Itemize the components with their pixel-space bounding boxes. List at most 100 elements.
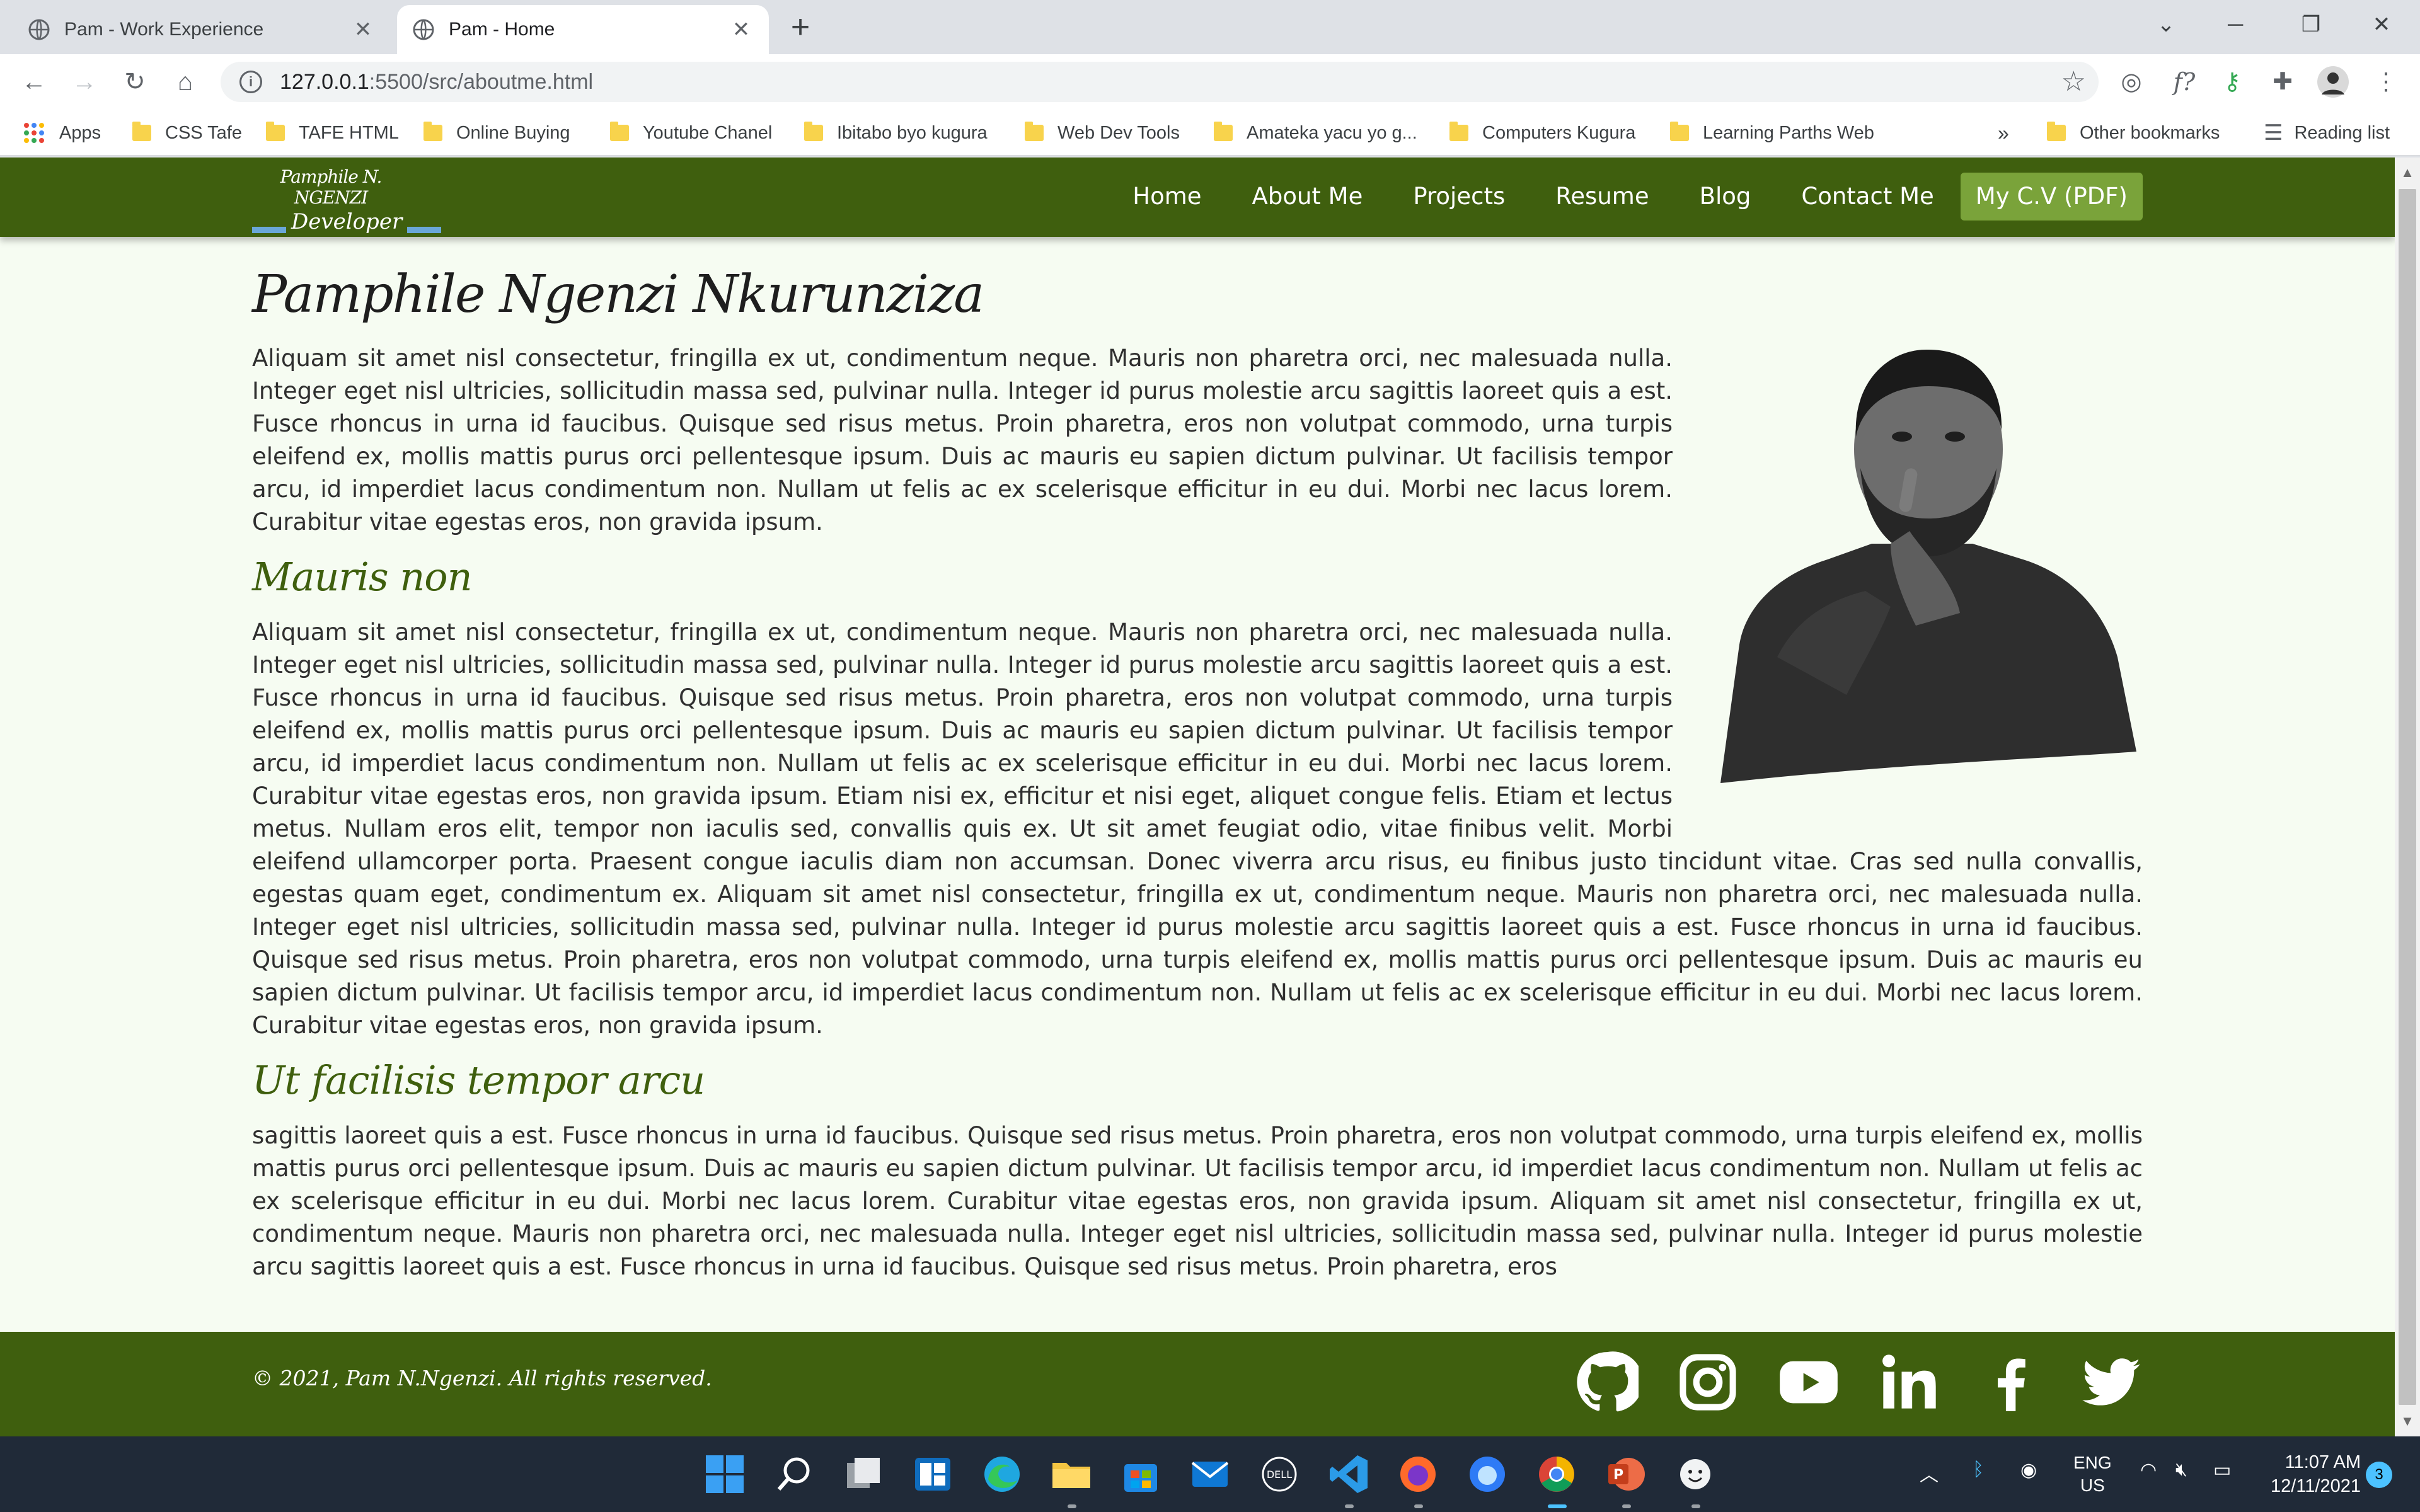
search-icon[interactable] bbox=[770, 1450, 818, 1498]
facebook-icon[interactable] bbox=[1979, 1351, 2042, 1414]
bookmark-folder[interactable]: Amateka yacu yo g... bbox=[1214, 118, 1417, 147]
folder-icon bbox=[424, 122, 442, 141]
notification-badge[interactable]: 3 bbox=[2366, 1462, 2392, 1488]
reading-list[interactable]: ☰ Reading list bbox=[2264, 118, 2390, 147]
address-bar[interactable]: i 127.0.0.1:5500/src/aboutme.html ☆ bbox=[221, 62, 2099, 102]
edge-icon[interactable] bbox=[978, 1450, 1026, 1498]
scrollbar-thumb[interactable] bbox=[2399, 189, 2416, 1405]
svg-text:P: P bbox=[1613, 1467, 1623, 1483]
nav-about-me[interactable]: About Me bbox=[1252, 173, 1363, 220]
site-info-icon[interactable]: i bbox=[239, 71, 262, 93]
address-url: 127.0.0.1:5500/src/aboutme.html bbox=[280, 69, 594, 94]
close-icon[interactable]: ✕ bbox=[350, 17, 376, 42]
firefox-dev-icon[interactable] bbox=[1394, 1450, 1442, 1498]
bookmark-folder[interactable]: Computers Kugura bbox=[1449, 118, 1635, 147]
restore-icon[interactable]: ❐ bbox=[2276, 0, 2346, 50]
tab-home[interactable]: Pam - Home ✕ bbox=[397, 5, 769, 54]
nav-home[interactable]: Home bbox=[1132, 173, 1201, 220]
forward-icon[interactable]: → bbox=[66, 63, 103, 101]
bookmark-folder[interactable]: Ibitabo byo kugura bbox=[804, 118, 988, 147]
nav-resume[interactable]: Resume bbox=[1555, 173, 1649, 220]
minimize-icon[interactable]: ─ bbox=[2201, 0, 2270, 50]
nav-contact-me[interactable]: Contact Me bbox=[1801, 173, 1933, 220]
folder-icon bbox=[1214, 122, 1233, 141]
tab-work-experience[interactable]: Pam - Work Experience ✕ bbox=[13, 5, 391, 54]
extensions-puzzle-icon[interactable]: ✚ bbox=[2264, 64, 2302, 100]
browser-toolbar: ← → ↻ ⌂ i 127.0.0.1:5500/src/aboutme.htm… bbox=[0, 54, 2420, 110]
back-icon[interactable]: ← bbox=[15, 63, 53, 101]
cv-pdf-button[interactable]: My C.V (PDF) bbox=[1960, 173, 2143, 220]
file-explorer-icon[interactable] bbox=[1047, 1450, 1095, 1498]
widgets-icon[interactable] bbox=[909, 1450, 957, 1498]
running-indicator bbox=[1622, 1504, 1631, 1508]
taskbar-clock[interactable]: 11:07 AM 12/11/2021 bbox=[2241, 1450, 2361, 1498]
bookmark-folder[interactable]: Online Buying bbox=[424, 118, 570, 147]
clock-time: 11:07 AM bbox=[2285, 1452, 2361, 1472]
home-icon[interactable]: ⌂ bbox=[166, 63, 204, 101]
microsoft-store-icon[interactable] bbox=[1117, 1450, 1165, 1498]
bookmark-folder[interactable]: TAFE HTML bbox=[266, 118, 399, 147]
site-footer: © 2021, Pam N.Ngenzi. All rights reserve… bbox=[0, 1332, 2395, 1436]
font-finder-icon[interactable]: f? bbox=[2165, 64, 2203, 100]
bookmark-folder[interactable]: CSS Tafe bbox=[132, 118, 242, 147]
scroll-down-icon[interactable]: ▼ bbox=[2395, 1409, 2420, 1434]
bookmark-folder[interactable]: Youtube Chanel bbox=[610, 118, 772, 147]
logo-name: Pamphile N. NGENZI bbox=[280, 166, 383, 208]
mail-icon[interactable] bbox=[1186, 1450, 1234, 1498]
close-icon[interactable]: ✕ bbox=[729, 17, 754, 42]
bookmark-apps[interactable]: Apps bbox=[24, 118, 101, 147]
instagram-icon[interactable] bbox=[1676, 1351, 1739, 1414]
folder-icon bbox=[266, 122, 285, 141]
section-heading: Ut facilisis tempor arcu bbox=[252, 1057, 705, 1103]
bluetooth-icon[interactable]: ᛒ bbox=[1973, 1459, 1984, 1480]
tab-search-icon[interactable]: ⌄ bbox=[2131, 0, 2201, 50]
windows-taskbar: DELL P ︿ ᛒ ◉ ENG US ◠ 🔇︎ ▭ 11:07 AM 12/1… bbox=[0, 1436, 2420, 1512]
key-icon[interactable]: ⚷ bbox=[2213, 64, 2251, 100]
windows-start-icon[interactable] bbox=[701, 1450, 749, 1498]
linkedin-icon[interactable] bbox=[1878, 1351, 1941, 1414]
twitter-icon[interactable] bbox=[2080, 1351, 2143, 1414]
portrait-photo bbox=[1720, 349, 2136, 783]
youtube-icon[interactable] bbox=[1777, 1351, 1840, 1414]
footer-copyright: © 2021, Pam N.Ngenzi. All rights reserve… bbox=[252, 1366, 712, 1390]
page-scrollbar[interactable]: ▲ ▼ bbox=[2395, 158, 2420, 1436]
reload-icon[interactable]: ↻ bbox=[116, 63, 154, 101]
close-window-icon[interactable]: ✕ bbox=[2347, 0, 2416, 50]
logo-role: Developer bbox=[252, 209, 442, 234]
wifi-icon[interactable]: ◠ bbox=[2140, 1459, 2157, 1481]
bookmark-folder[interactable]: Learning Parths Web bbox=[1670, 118, 1874, 147]
chrome-icon[interactable] bbox=[1533, 1450, 1581, 1498]
other-bookmarks[interactable]: Other bookmarks bbox=[2047, 118, 2220, 147]
bookmarks-overflow-button[interactable]: » bbox=[1998, 118, 2009, 147]
smiley-app-icon[interactable] bbox=[1671, 1450, 1719, 1498]
dell-icon[interactable]: DELL bbox=[1255, 1450, 1303, 1498]
task-view-icon[interactable] bbox=[839, 1450, 887, 1498]
vscode-icon[interactable] bbox=[1325, 1450, 1373, 1498]
running-indicator bbox=[1414, 1504, 1423, 1508]
volume-muted-icon[interactable]: 🔇︎ bbox=[2175, 1459, 2187, 1480]
profile-avatar[interactable] bbox=[2314, 64, 2352, 100]
globe-icon bbox=[413, 19, 434, 40]
battery-icon[interactable]: ▭ bbox=[2213, 1459, 2231, 1481]
tab-title: Pam - Work Experience bbox=[64, 19, 264, 40]
new-tab-button[interactable]: + bbox=[781, 9, 819, 47]
language-indicator[interactable]: ENG US bbox=[2073, 1452, 2112, 1497]
nav-projects[interactable]: Projects bbox=[1413, 173, 1505, 220]
scroll-up-icon[interactable]: ▲ bbox=[2395, 160, 2420, 185]
bookmark-folder[interactable]: Web Dev Tools bbox=[1025, 118, 1180, 147]
running-indicator bbox=[1691, 1504, 1700, 1508]
extension-circle-icon[interactable]: ◎ bbox=[2112, 64, 2150, 100]
site-logo[interactable]: Pamphile N. NGENZI Developer bbox=[252, 166, 442, 234]
folder-icon bbox=[610, 122, 629, 141]
folder-icon bbox=[2047, 122, 2066, 141]
social-links bbox=[1538, 1351, 2143, 1414]
active-indicator bbox=[1548, 1504, 1567, 1508]
browser-menu-icon[interactable]: ⋮ bbox=[2367, 64, 2405, 100]
github-icon[interactable] bbox=[1576, 1351, 1639, 1414]
powerpoint-icon[interactable]: P bbox=[1602, 1450, 1650, 1498]
discord-icon[interactable]: ◉ bbox=[2020, 1459, 2037, 1481]
firefox-icon[interactable] bbox=[1463, 1450, 1511, 1498]
nav-blog[interactable]: Blog bbox=[1700, 173, 1751, 220]
tray-chevron-icon[interactable]: ︿ bbox=[1920, 1459, 1939, 1487]
bookmark-star-icon[interactable]: ☆ bbox=[2061, 66, 2086, 98]
